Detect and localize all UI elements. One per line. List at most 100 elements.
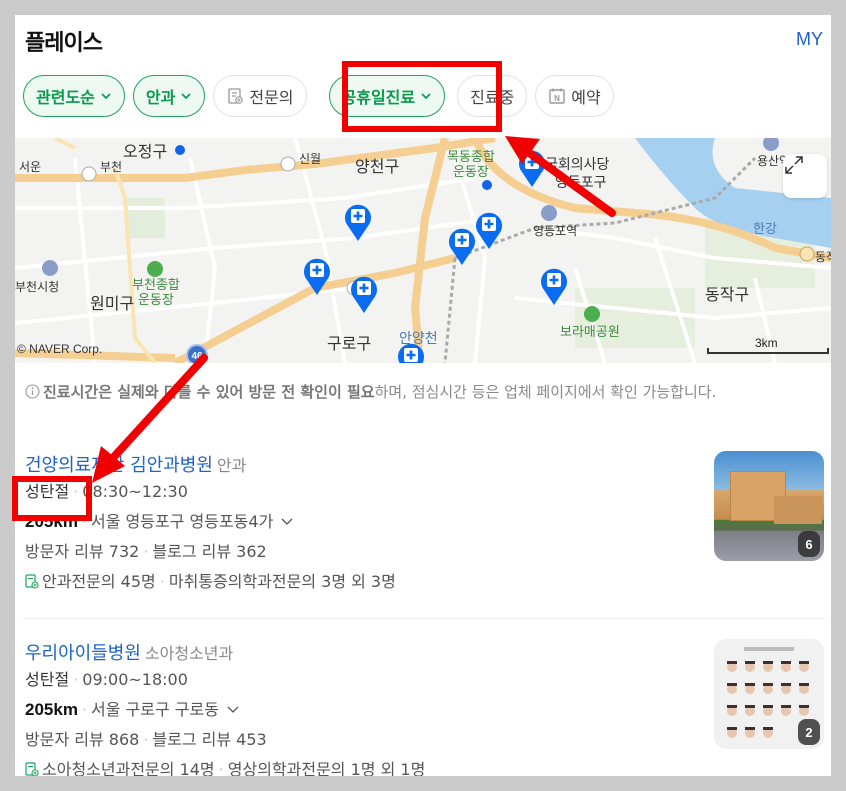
hospital-pin-icon[interactable] [539, 266, 569, 306]
filter-chips: 관련도순 안과 전문의 공휴일진료 진료중 N 예약 [23, 75, 614, 119]
blog-reviews[interactable]: 블로그 리뷰 362 [152, 542, 266, 561]
hours-range: 08:30~12:30 [82, 482, 188, 501]
map-scale: 3km [707, 336, 829, 354]
route-number: 46 [191, 351, 203, 362]
map-label-bucheon-stadium: 부천종합 운동장 [132, 278, 180, 308]
city-hall-poi-icon [42, 260, 58, 276]
hospital-pin-icon[interactable] [396, 341, 426, 363]
chevron-down-icon [181, 93, 191, 100]
result-location[interactable]: 205km · 서울 구로구 구로동 [25, 695, 825, 725]
visitor-reviews[interactable]: 방문자 리뷰 732 [25, 542, 139, 561]
map-label-yeongdeungpo-gu: 영등포구 [555, 175, 607, 191]
filter-specialist[interactable]: 전문의 [213, 75, 307, 117]
result-specialists: 소아청소년과전문의 14명 · 영상의학과전문의 1명 외 1명 [25, 755, 825, 776]
map-expand-button[interactable] [783, 154, 827, 198]
photo-count-badge: 6 [798, 531, 820, 557]
map-label-line: 운동장 [137, 293, 174, 308]
ic-badge [280, 156, 296, 172]
notice-rest: 하며, 점심시간 등은 업체 페이지에서 확인 가능합니다. [374, 383, 717, 401]
specialists-primary: 소아청소년과전문의 14명 [42, 760, 215, 776]
result-reviews: 방문자 리뷰 732 · 블로그 리뷰 362 [25, 542, 267, 561]
filter-label: 관련도순 [36, 88, 95, 107]
park-area [125, 198, 165, 238]
map-label-bucheon-hall: 부천시청 [15, 280, 60, 294]
result-item: 우리아이들병원 소아청소년과 성탄절 · 09:00~18:00 205km · 서울 구… [25, 639, 825, 776]
result-category: 소아청소년과 [144, 644, 234, 663]
map-label-mokdong-stadium: 목동종합 운동장 [447, 150, 495, 180]
result-reviews: 방문자 리뷰 868 · 블로그 리뷰 453 [25, 730, 267, 749]
result-photo[interactable]: 6 [714, 451, 824, 561]
filter-booking[interactable]: N 예약 [535, 75, 614, 117]
specialists-secondary: 영상의학과전문의 1명 외 1명 [227, 760, 426, 776]
filter-label: 예약 [571, 88, 601, 107]
expand-arrows-icon [785, 156, 803, 174]
visitor-reviews[interactable]: 방문자 리뷰 868 [25, 730, 139, 749]
map-label-line: 부천종합 [132, 278, 180, 293]
specialists-secondary: 마취통증의학과전문의 3명 외 3명 [168, 572, 396, 591]
specialist-doc-icon [25, 574, 39, 589]
filter-sort-relevance[interactable]: 관련도순 [23, 75, 125, 117]
filter-label: 전문의 [249, 88, 294, 107]
svg-text:N: N [554, 94, 560, 103]
specialist-doc-icon [25, 762, 39, 776]
ic-badge [81, 166, 97, 182]
hospital-pin-icon[interactable] [349, 274, 379, 314]
blog-reviews[interactable]: 블로그 리뷰 453 [152, 730, 266, 749]
result-divider [23, 618, 825, 619]
hours-range: 09:00~18:00 [82, 670, 188, 689]
hospital-pin-icon[interactable] [474, 210, 504, 250]
result-name-link[interactable]: 우리아이들병원 [25, 643, 141, 664]
jc-badge [799, 246, 815, 262]
notice-bold: 진료시간은 실제와 다를 수 있어 방문 전 확인이 필요 [43, 383, 375, 401]
map-view[interactable]: 46 오정구 서운 부천 신월 양천구 목동종합 운동장 국회의사당 영등포구 … [15, 138, 831, 363]
hospital-pin-icon[interactable] [343, 202, 373, 242]
location-dot [175, 145, 185, 155]
result-hours: 성탄절 · 09:00~18:00 [25, 670, 188, 689]
park-poi-icon [584, 306, 600, 322]
map-label-wonmi: 원미구 [90, 294, 135, 313]
map-label-guro: 구로구 [327, 334, 372, 353]
result-specialists: 안과전문의 45명 · 마취통증의학과전문의 3명 외 3명 [25, 567, 825, 597]
holiday-label: 성탄절 [25, 670, 70, 689]
map-label-assembly: 국회의사당 [545, 157, 610, 173]
specialist-doc-icon [228, 88, 244, 104]
location-dot [482, 180, 492, 190]
distance: 205km [25, 700, 78, 719]
map-label-ojeong: 오정구 [123, 142, 168, 161]
filter-label: 안과 [145, 88, 176, 107]
my-link[interactable]: MY [796, 29, 823, 50]
chevron-down-icon [101, 93, 111, 100]
building-shape [774, 496, 822, 524]
specialists-primary: 안과전문의 45명 [42, 572, 156, 591]
annotation-box-holiday-filter [342, 61, 502, 132]
result-name-link[interactable]: 건양의료재단 김안과병원 [25, 455, 213, 476]
result-location[interactable]: 205km · 서울 영등포구 영등포동4가 [25, 507, 825, 537]
map-label-line: 운동장 [452, 165, 489, 180]
hospital-pin-icon[interactable] [447, 226, 477, 266]
map-label-yangcheon: 양천구 [355, 157, 400, 176]
map-label-yeongdeungpo-station: 영등포역 [533, 224, 578, 238]
result-photo[interactable]: 2 [714, 639, 824, 749]
result-category: 안과 [216, 456, 247, 475]
page-background [0, 776, 846, 791]
map-label-dongjak: 동작구 [705, 285, 750, 304]
map-label-line: 목동종합 [447, 150, 495, 165]
filter-department[interactable]: 안과 [132, 75, 206, 117]
subway-station-icon [763, 138, 779, 151]
map-copyright: © NAVER Corp. [17, 342, 103, 356]
subway-station-icon [541, 205, 557, 221]
map-label-hangang: 한강 [753, 222, 777, 237]
result-item: 건양의료재단 김안과병원 안과 성탄절 · 08:30~12:30 205km · 서울 … [25, 451, 825, 597]
result-title: 건양의료재단 김안과병원 안과 [25, 451, 825, 477]
hospital-pin-icon[interactable] [517, 148, 547, 188]
map-scale-bar [707, 348, 829, 354]
map-label-boramae: 보라매공원 [560, 325, 620, 340]
info-icon [25, 384, 40, 399]
hospital-pin-icon[interactable] [302, 256, 332, 296]
result-hours: 성탄절 · 08:30~12:30 [25, 482, 188, 501]
photo-count-badge: 2 [798, 719, 820, 745]
stadium-poi-icon [147, 261, 163, 277]
result-title: 우리아이들병원 소아청소년과 [25, 639, 825, 665]
chevron-down-icon [227, 706, 239, 713]
naver-booking-icon: N [549, 88, 565, 104]
